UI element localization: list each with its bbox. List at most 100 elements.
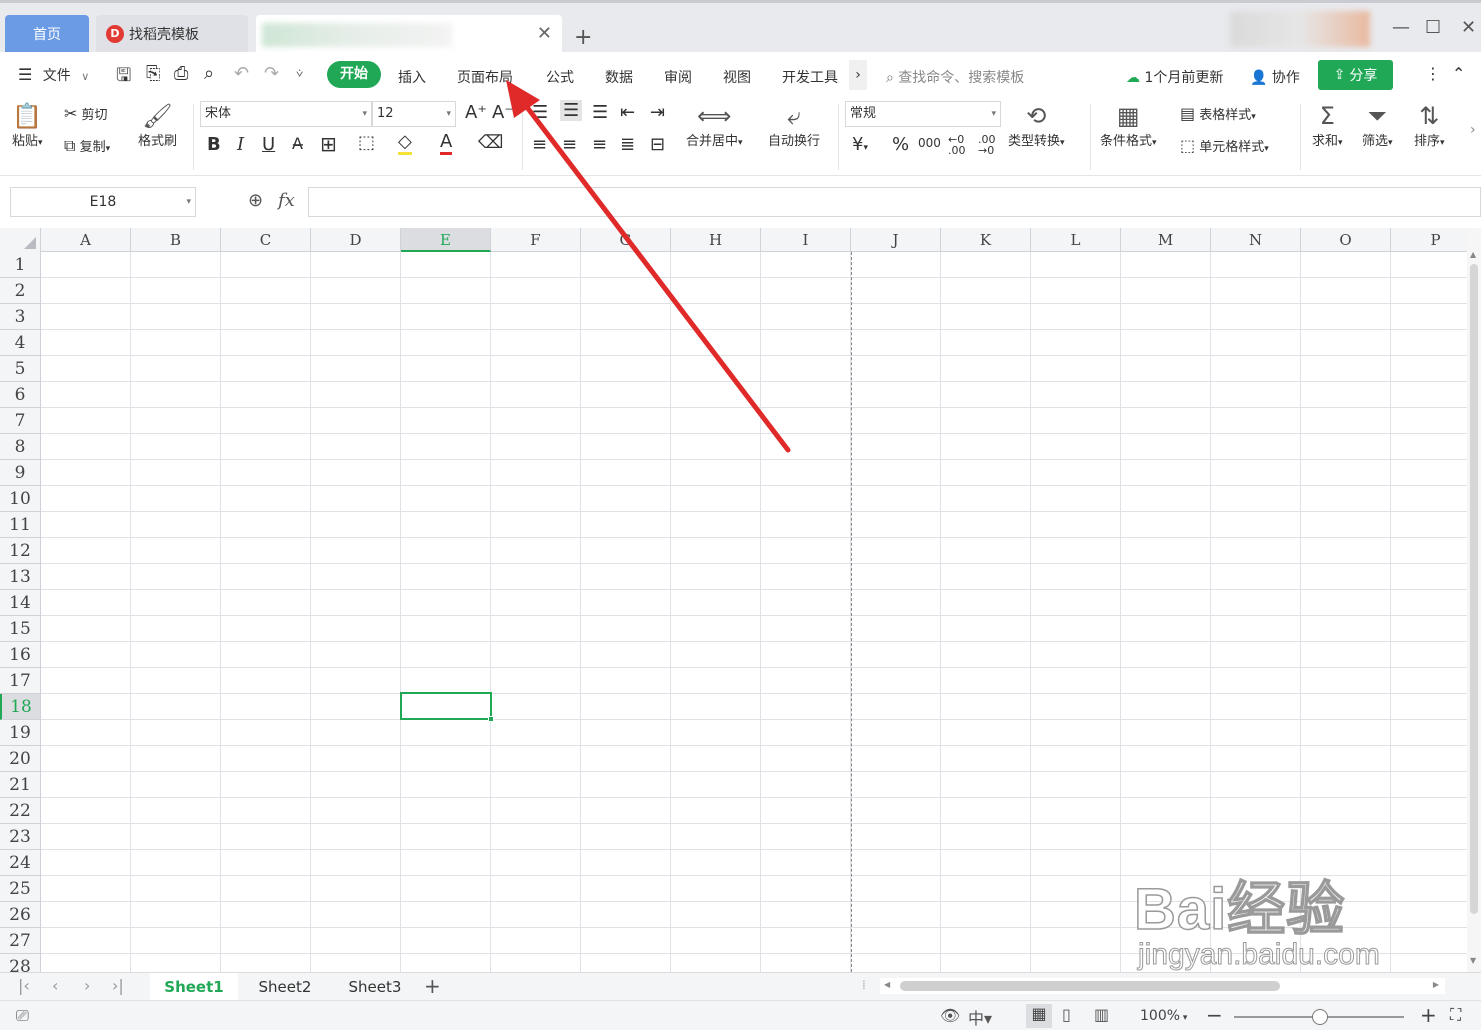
fill-handle[interactable]	[488, 716, 494, 722]
increase-font-size-icon[interactable]: A⁺	[465, 102, 487, 123]
column-header-i[interactable]: I	[761, 228, 851, 252]
close-tab-icon[interactable]: ✕	[537, 23, 552, 44]
wrap-text-button[interactable]: ⤶ 自动换行	[768, 102, 820, 149]
decrease-font-size-icon[interactable]: A⁻	[492, 102, 514, 123]
more-options-icon[interactable]: ⋮	[1425, 64, 1441, 83]
active-cell[interactable]	[400, 692, 492, 720]
row-header-22[interactable]: 22	[0, 798, 41, 824]
vertical-scrollbar[interactable]: ▲ ▼	[1467, 228, 1481, 972]
zoom-out-icon[interactable]: −	[1206, 1003, 1223, 1027]
underline-icon[interactable]: U	[262, 134, 275, 155]
zoom-slider-knob[interactable]	[1312, 1009, 1328, 1025]
row-header-19[interactable]: 19	[0, 720, 41, 746]
cell-fill-pattern-icon[interactable]: ⬚	[358, 132, 375, 153]
currency-icon[interactable]: ¥▾	[852, 134, 868, 155]
row-header-20[interactable]: 20	[0, 746, 41, 772]
horizontal-scrollbar[interactable]: ◀ ▶	[880, 978, 1445, 994]
column-header-k[interactable]: K	[941, 228, 1031, 252]
command-search[interactable]: ⌕ 查找命令、搜索模板	[886, 67, 1024, 87]
sheet-tab-sheet1[interactable]: Sheet1	[150, 973, 238, 1001]
menu-tab-review[interactable]: 审阅	[664, 67, 692, 87]
column-header-c[interactable]: C	[221, 228, 311, 252]
spreadsheet-grid[interactable]: ABCDEFGHIJKLMNOP 1 2 3 4 5 6 7 8 9 10 11 12 13 14 15 16…	[0, 228, 1467, 972]
sheet-tab-sheet2[interactable]: Sheet2	[240, 973, 330, 1001]
minimize-icon[interactable]: —	[1392, 17, 1410, 38]
menu-tab-view[interactable]: 视图	[723, 67, 751, 87]
cloud-update-status[interactable]: ☁ 1个月前更新	[1126, 67, 1223, 87]
export-pdf-icon[interactable]: ⎘	[146, 63, 160, 84]
borders-icon[interactable]: ⊞	[320, 132, 337, 156]
new-tab-icon[interactable]: +	[574, 25, 592, 50]
distributed-align-icon[interactable]: ⊟	[650, 134, 665, 155]
save-icon[interactable]: 🖫	[116, 63, 131, 93]
table-style-button[interactable]: ▤ 表格样式▾	[1180, 104, 1256, 123]
undo-icon[interactable]: ↶	[234, 63, 249, 84]
align-center-icon[interactable]: ≡	[562, 134, 577, 155]
row-header-3[interactable]: 3	[0, 304, 41, 330]
decrease-decimal-icon[interactable]: .00 →0	[978, 134, 996, 156]
select-all-corner[interactable]	[0, 228, 41, 252]
column-header-h[interactable]: H	[671, 228, 761, 252]
first-sheet-icon[interactable]: |‹	[18, 976, 30, 995]
share-button[interactable]: ⇪ 分享	[1318, 60, 1393, 90]
cut-button[interactable]: ✂ 剪切	[64, 104, 108, 123]
ribbon-scroll-right-icon[interactable]: ›	[1470, 122, 1476, 138]
row-header-16[interactable]: 16	[0, 642, 41, 668]
menu-tab-developer[interactable]: 开发工具	[782, 67, 838, 87]
row-header-10[interactable]: 10	[0, 486, 41, 512]
row-header-17[interactable]: 17	[0, 668, 41, 694]
tab-home[interactable]: 首页	[5, 15, 89, 53]
row-header-25[interactable]: 25	[0, 876, 41, 902]
menu-tab-data[interactable]: 数据	[605, 67, 633, 87]
sum-button[interactable]: Σ 求和▾	[1312, 102, 1343, 149]
align-bottom-icon[interactable]: ☰	[592, 102, 608, 123]
clear-format-icon[interactable]: ⌫	[478, 132, 503, 153]
quick-access-more-icon[interactable]: ⩒	[296, 66, 303, 81]
print-icon[interactable]: ⎙	[174, 63, 188, 84]
row-header-14[interactable]: 14	[0, 590, 41, 616]
align-top-icon[interactable]: ☰	[532, 102, 548, 123]
tab-current-document[interactable]: ✕	[256, 15, 562, 53]
zoom-level[interactable]: 100% ▾	[1140, 1008, 1187, 1024]
column-header-n[interactable]: N	[1211, 228, 1301, 252]
row-header-28[interactable]: 28	[0, 954, 41, 972]
column-header-o[interactable]: O	[1301, 228, 1391, 252]
row-header-9[interactable]: 9	[0, 460, 41, 486]
normal-view-icon[interactable]: ▦	[1026, 1004, 1052, 1028]
italic-icon[interactable]: I	[237, 134, 244, 155]
row-header-12[interactable]: 12	[0, 538, 41, 564]
menu-tab-page-layout[interactable]: 页面布局	[457, 67, 513, 87]
bold-icon[interactable]: B	[207, 134, 221, 155]
add-sheet-icon[interactable]: +	[424, 974, 441, 998]
merge-center-button[interactable]: ⟺ 合并居中▾	[686, 102, 743, 149]
redo-icon[interactable]: ↷	[264, 63, 279, 84]
scroll-left-icon[interactable]: ◀	[884, 980, 890, 989]
zoom-slider[interactable]	[1234, 1009, 1404, 1025]
collaborate-button[interactable]: 👤 协作	[1250, 67, 1300, 87]
font-name-select[interactable]: 宋体 ▾	[200, 101, 372, 127]
page-break-view-icon[interactable]: ▥	[1094, 1005, 1109, 1024]
row-header-8[interactable]: 8	[0, 434, 41, 460]
number-format-select[interactable]: 常规 ▾	[845, 101, 1001, 127]
eye-protection-icon[interactable]: 👁	[940, 1006, 960, 1025]
column-header-l[interactable]: L	[1031, 228, 1121, 252]
menu-tab-formulas[interactable]: 公式	[546, 67, 574, 87]
font-color-icon[interactable]: A	[440, 132, 453, 155]
formula-input[interactable]	[308, 187, 1481, 217]
row-header-26[interactable]: 26	[0, 902, 41, 928]
row-header-18[interactable]: 18	[0, 694, 41, 720]
column-header-f[interactable]: F	[491, 228, 581, 252]
column-header-b[interactable]: B	[131, 228, 221, 252]
next-sheet-icon[interactable]: ›	[84, 976, 90, 995]
row-header-4[interactable]: 4	[0, 330, 41, 356]
menu-tab-insert[interactable]: 插入	[398, 67, 426, 87]
type-convert-button[interactable]: ⟲ 类型转换▾	[1008, 102, 1065, 149]
sheet-tab-sheet3[interactable]: Sheet3	[330, 973, 420, 1001]
row-header-23[interactable]: 23	[0, 824, 41, 850]
column-header-g[interactable]: G	[581, 228, 671, 252]
align-middle-icon[interactable]: ☰	[560, 100, 583, 121]
row-header-1[interactable]: 1	[0, 252, 41, 278]
horizontal-scroll-thumb[interactable]	[900, 981, 1280, 991]
scroll-right-icon[interactable]: ▶	[1433, 980, 1439, 989]
menu-more-chevron-icon[interactable]: ›	[849, 60, 867, 90]
